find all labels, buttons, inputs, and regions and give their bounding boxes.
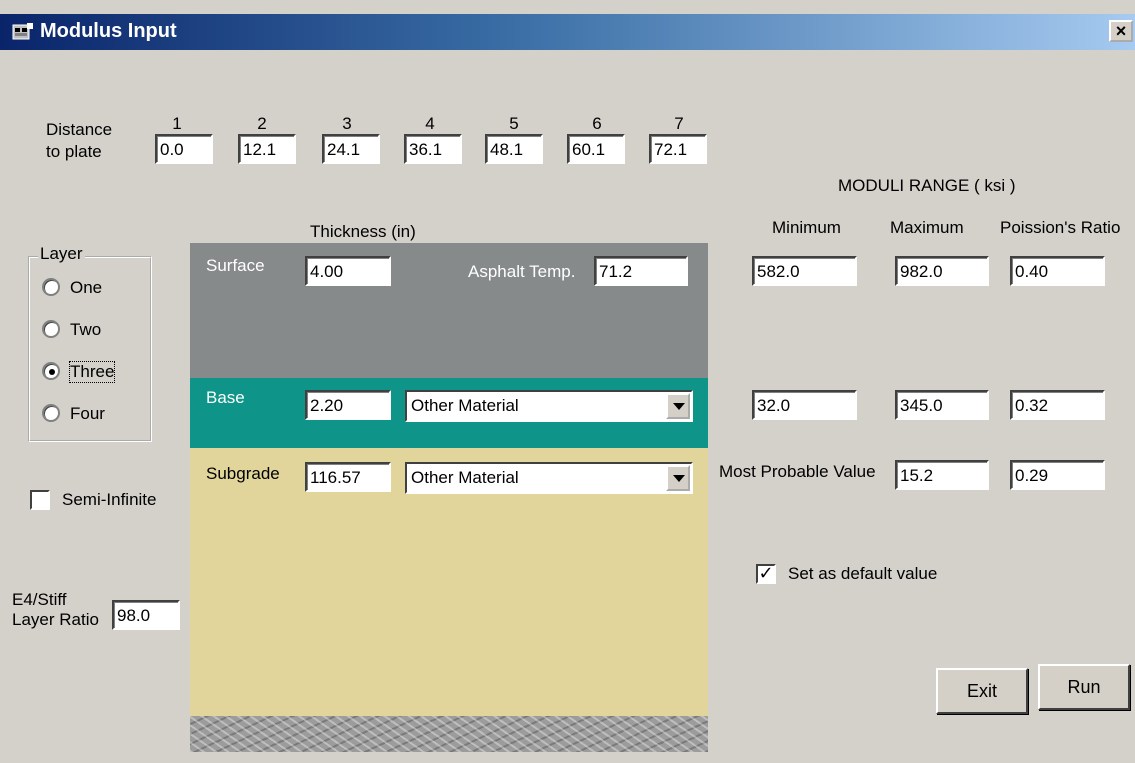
stiff-ratio-label-line2: Layer Ratio — [12, 610, 99, 629]
subgrade-thickness-input[interactable]: 116.57 — [305, 462, 391, 492]
sensor-number-2: 2 — [257, 114, 267, 133]
moduli-max-header: Maximum — [890, 218, 964, 237]
poisson-ratio-header: Poission's Ratio — [1000, 218, 1121, 237]
sensor-distance-input-2[interactable]: 12.1 — [238, 134, 296, 164]
base-thickness-input[interactable]: 2.20 — [305, 390, 391, 420]
subgrade-poisson-input[interactable]: 0.29 — [1010, 460, 1105, 490]
sensor-number-7: 7 — [674, 114, 684, 133]
distance-label-line1: Distance — [46, 120, 113, 139]
moduli-range-header: MODULI RANGE ( ksi ) — [838, 176, 1016, 195]
asphalt-temp-label: Asphalt Temp. — [468, 262, 576, 281]
surface-max-modulus-input[interactable]: 982.0 — [895, 256, 989, 286]
sensor-distance-input-1[interactable]: 0.0 — [155, 134, 213, 164]
layer-radio-four-label: Four — [70, 404, 105, 423]
stiff-ratio-input[interactable]: 98.0 — [112, 600, 180, 630]
base-material-select[interactable]: Other Material — [405, 390, 693, 422]
thickness-header: Thickness (in) — [310, 222, 416, 241]
set-default-label: Set as default value — [788, 564, 938, 583]
sensor-distance-input-3[interactable]: 24.1 — [322, 134, 380, 164]
base-max-modulus-input[interactable]: 345.0 — [895, 390, 989, 420]
sensor-number-6: 6 — [592, 114, 602, 133]
base-min-modulus-input[interactable]: 32.0 — [752, 390, 857, 420]
surface-poisson-input[interactable]: 0.40 — [1010, 256, 1105, 286]
close-icon: × — [1115, 21, 1127, 41]
sensor-number-3: 3 — [342, 114, 352, 133]
semi-infinite-checkbox[interactable] — [30, 490, 50, 510]
semi-infinite-label: Semi-Infinite — [62, 490, 157, 509]
subgrade-material-select[interactable]: Other Material — [405, 462, 693, 494]
surface-thickness-input[interactable]: 4.00 — [305, 256, 391, 286]
sensor-distance-input-4[interactable]: 36.1 — [404, 134, 462, 164]
layer-radio-three[interactable] — [42, 362, 60, 380]
sensor-number-4: 4 — [425, 114, 435, 133]
set-default-checkbox[interactable]: ✓ — [756, 564, 776, 584]
layer-radio-two[interactable] — [42, 320, 60, 338]
modulus-input-window: Modulus Input × Distance to plate 1 0.0 … — [0, 0, 1135, 763]
layer-group-legend: Layer — [38, 244, 85, 264]
distance-label-line2: to plate — [46, 142, 102, 161]
base-material-value: Other Material — [411, 396, 519, 415]
chevron-down-icon[interactable] — [666, 465, 690, 491]
subgrade-mpv-input[interactable]: 15.2 — [895, 460, 989, 490]
sensor-distance-input-7[interactable]: 72.1 — [649, 134, 707, 164]
base-label: Base — [206, 388, 245, 407]
stiff-ratio-label-line1: E4/Stiff — [12, 590, 67, 609]
sensor-number-1: 1 — [172, 114, 182, 133]
run-button[interactable]: Run — [1038, 664, 1130, 710]
sensor-distance-input-6[interactable]: 60.1 — [567, 134, 625, 164]
sensor-number-5: 5 — [509, 114, 519, 133]
subgrade-material-value: Other Material — [411, 468, 519, 487]
surface-label: Surface — [206, 256, 265, 275]
close-button[interactable]: × — [1109, 20, 1133, 42]
window-title: Modulus Input — [40, 20, 177, 42]
chevron-down-icon[interactable] — [666, 393, 690, 419]
layer-radio-one[interactable] — [42, 278, 60, 296]
sensor-distance-input-5[interactable]: 48.1 — [485, 134, 543, 164]
app-icon — [12, 23, 33, 40]
bedrock-texture — [190, 716, 708, 752]
asphalt-temp-input[interactable]: 71.2 — [594, 256, 688, 286]
check-icon: ✓ — [758, 563, 774, 583]
layer-radio-two-label: Two — [70, 320, 102, 339]
layer-radio-three-label: Three — [68, 361, 116, 383]
most-probable-value-label: Most Probable Value — [719, 462, 876, 481]
moduli-min-header: Minimum — [772, 218, 841, 237]
layer-radio-four[interactable] — [42, 404, 60, 422]
title-bar: Modulus Input × — [0, 14, 1135, 50]
layer-radio-one-label: One — [70, 278, 103, 297]
exit-button[interactable]: Exit — [936, 668, 1028, 714]
subgrade-label: Subgrade — [206, 464, 280, 483]
base-poisson-input[interactable]: 0.32 — [1010, 390, 1105, 420]
surface-min-modulus-input[interactable]: 582.0 — [752, 256, 857, 286]
